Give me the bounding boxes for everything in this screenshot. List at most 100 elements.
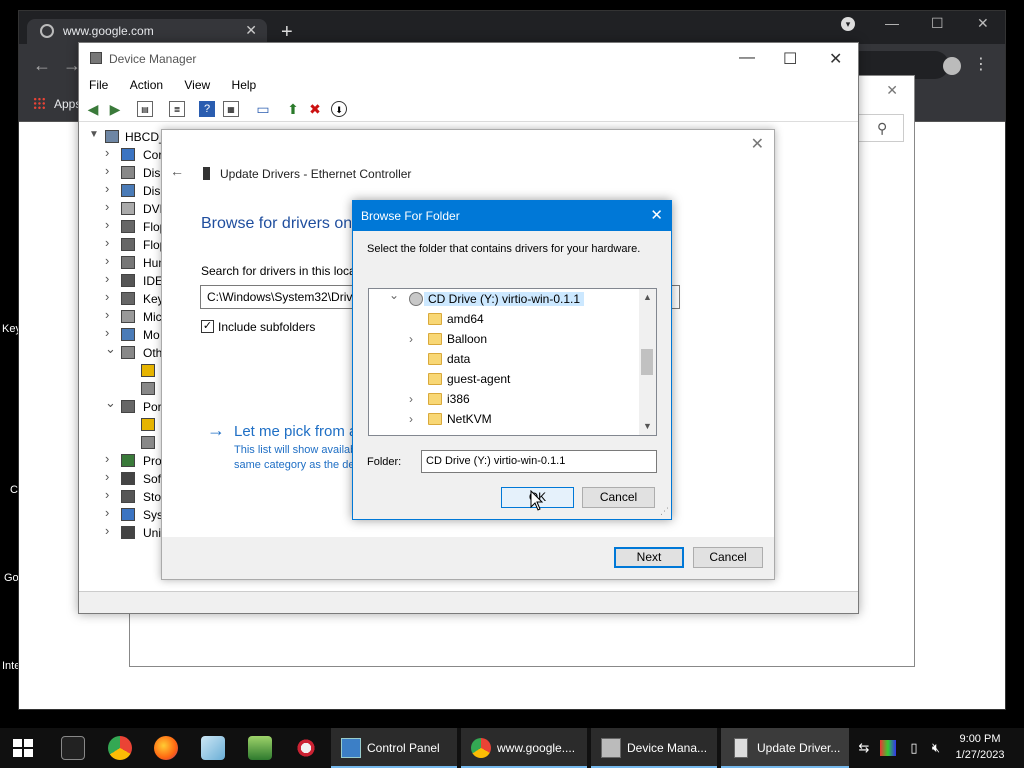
back-icon[interactable]: ◀ [85, 101, 101, 117]
close-icon[interactable]: ✕ [977, 15, 989, 32]
chevron-right-icon[interactable]: › [105, 307, 109, 322]
chevron-down-icon[interactable]: ⌄ [105, 341, 116, 357]
menu-help[interactable]: Help [222, 74, 265, 92]
pick-from-list-link[interactable]: Let me pick from a list of available dri… [234, 423, 352, 440]
chevron-right-icon[interactable]: › [409, 332, 413, 346]
scroll-up-icon[interactable]: ▲ [639, 289, 656, 306]
clock-time[interactable]: 9:00 PM [955, 733, 1005, 745]
chevron-right-icon[interactable]: › [105, 523, 109, 538]
task-update-drivers[interactable]: Update Driver... [721, 728, 849, 768]
firefox-icon[interactable] [154, 736, 178, 760]
chevron-down-icon[interactable]: ⌄ [389, 289, 399, 302]
cancel-button[interactable]: Cancel [693, 547, 763, 568]
close-icon[interactable]: ✕ [245, 22, 257, 39]
chevron-right-icon[interactable]: › [105, 253, 109, 268]
close-icon[interactable]: ✕ [650, 206, 663, 224]
windows-start-icon[interactable] [13, 739, 33, 757]
chevron-down-icon[interactable]: ⌄ [105, 395, 116, 411]
volume-muted-icon[interactable]: 🔇︎ [928, 740, 944, 756]
folder-tree-item[interactable]: guest-agent [369, 369, 639, 389]
folder-tree-item[interactable]: › i386 [369, 389, 639, 409]
menu-file[interactable]: File [79, 74, 116, 92]
maximize-icon[interactable]: ☐ [783, 49, 797, 69]
close-icon[interactable]: ✕ [751, 134, 764, 154]
chevron-right-icon[interactable]: › [105, 271, 109, 286]
task-device-manager[interactable]: Device Mana... [591, 728, 717, 768]
download-icon[interactable]: ⬇ [331, 101, 347, 117]
network-tray-icon[interactable]: ⇆ [856, 740, 872, 756]
minimize-icon[interactable]: — [885, 15, 899, 31]
chevron-right-icon[interactable]: › [409, 392, 413, 406]
folder-input[interactable]: CD Drive (Y:) virtio-win-0.1.1 [421, 450, 657, 473]
menu-icon[interactable]: ⋮ [973, 54, 989, 74]
chevron-right-icon[interactable]: › [105, 217, 109, 232]
back-icon[interactable]: ← [33, 55, 51, 76]
uninstall-icon[interactable]: ✖ [307, 101, 323, 117]
terminal-icon[interactable] [61, 736, 85, 760]
account-icon[interactable] [943, 57, 961, 75]
chevron-right-icon[interactable]: › [105, 235, 109, 250]
chevron-right-icon[interactable]: › [105, 181, 109, 196]
next-button[interactable]: Next [614, 547, 684, 568]
chevron-right-icon[interactable]: › [105, 505, 109, 520]
chevron-down-icon[interactable]: ▾ [841, 17, 855, 31]
maximize-icon[interactable]: ☐ [931, 15, 944, 32]
back-icon[interactable]: ← [170, 163, 184, 179]
bookmark-apps[interactable]: Apps [33, 97, 81, 111]
resize-grip-icon[interactable]: ⋰ [660, 506, 669, 517]
chevron-right-icon[interactable]: › [105, 487, 109, 502]
menu-action[interactable]: Action [120, 74, 171, 92]
desktop-icon-label-2[interactable]: C [10, 484, 18, 496]
chrome-icon[interactable] [108, 736, 132, 760]
close-icon[interactable]: ✕ [886, 82, 898, 99]
update-driver-icon[interactable]: ⬆ [285, 101, 301, 117]
folder-tree-item[interactable]: › NetKVM [369, 409, 639, 429]
color-tray-icon[interactable] [880, 740, 896, 756]
chevron-right-icon[interactable]: › [105, 451, 109, 466]
scan-hardware-icon[interactable]: ▭ [255, 101, 271, 117]
include-subfolders-checkbox[interactable]: ✓ [201, 320, 214, 333]
scroll-down-icon[interactable]: ▼ [639, 418, 656, 435]
task-chrome[interactable]: www.google.... [461, 728, 587, 768]
chevron-right-icon[interactable]: › [409, 412, 413, 426]
folder-icon [428, 393, 442, 405]
folder-tree-item[interactable]: › Balloon [369, 329, 639, 349]
task-control-panel[interactable]: Control Panel [331, 728, 457, 768]
minimize-icon[interactable]: — [739, 49, 755, 67]
scroll-thumb[interactable] [641, 349, 653, 375]
chevron-right-icon[interactable]: › [105, 145, 109, 160]
cancel-button[interactable]: Cancel [582, 487, 655, 508]
chevron-right-icon[interactable]: › [105, 469, 109, 484]
device-category-icon [121, 472, 135, 485]
new-tab-icon[interactable]: + [281, 21, 293, 44]
search-box[interactable]: ⚲ [858, 114, 904, 142]
folder-tree-item[interactable]: amd64 [369, 309, 639, 329]
usb-tray-icon[interactable]: ▯ [906, 740, 922, 756]
folder-tree-drive[interactable]: ⌄ CD Drive (Y:) virtio-win-0.1.1 [369, 289, 639, 309]
properties-icon[interactable]: ▤ [137, 101, 153, 117]
chevron-down-icon[interactable]: ▼ [89, 129, 99, 140]
device-category-icon [121, 274, 135, 287]
clock-date[interactable]: 1/27/2023 [950, 749, 1010, 761]
menu-view[interactable]: View [174, 74, 218, 92]
desktop-icon-label-3[interactable]: Go [4, 572, 19, 584]
folder-tree-item[interactable]: data [369, 349, 639, 369]
chevron-right-icon[interactable]: › [105, 289, 109, 304]
app-icon-tools[interactable] [294, 736, 318, 760]
device-tree-item-label: Uni [143, 526, 162, 540]
chevron-right-icon[interactable]: › [105, 325, 109, 340]
page-heading: Browse for drivers on your computer [201, 215, 351, 232]
tree-root-label: HBCD_ [125, 130, 166, 144]
folder-tree[interactable]: › NetKVM › i386 guest-agent data › Balloon amd64… [368, 288, 657, 436]
help-icon[interactable]: ? [199, 101, 215, 117]
close-icon[interactable]: ✕ [829, 49, 842, 69]
view-icon[interactable]: ▦ [223, 101, 239, 117]
chevron-right-icon[interactable]: › [105, 163, 109, 178]
chrome-tab[interactable]: www.google.com ✕ [27, 19, 267, 44]
list-icon[interactable]: ≣ [169, 101, 185, 117]
folder-tree-scrollbar[interactable]: ▲ ▼ [639, 289, 656, 435]
forward-icon[interactable]: ▶ [107, 101, 123, 117]
chevron-right-icon[interactable]: › [105, 199, 109, 214]
app-icon-crystal[interactable] [201, 736, 225, 760]
app-icon-notepad[interactable] [248, 736, 272, 760]
